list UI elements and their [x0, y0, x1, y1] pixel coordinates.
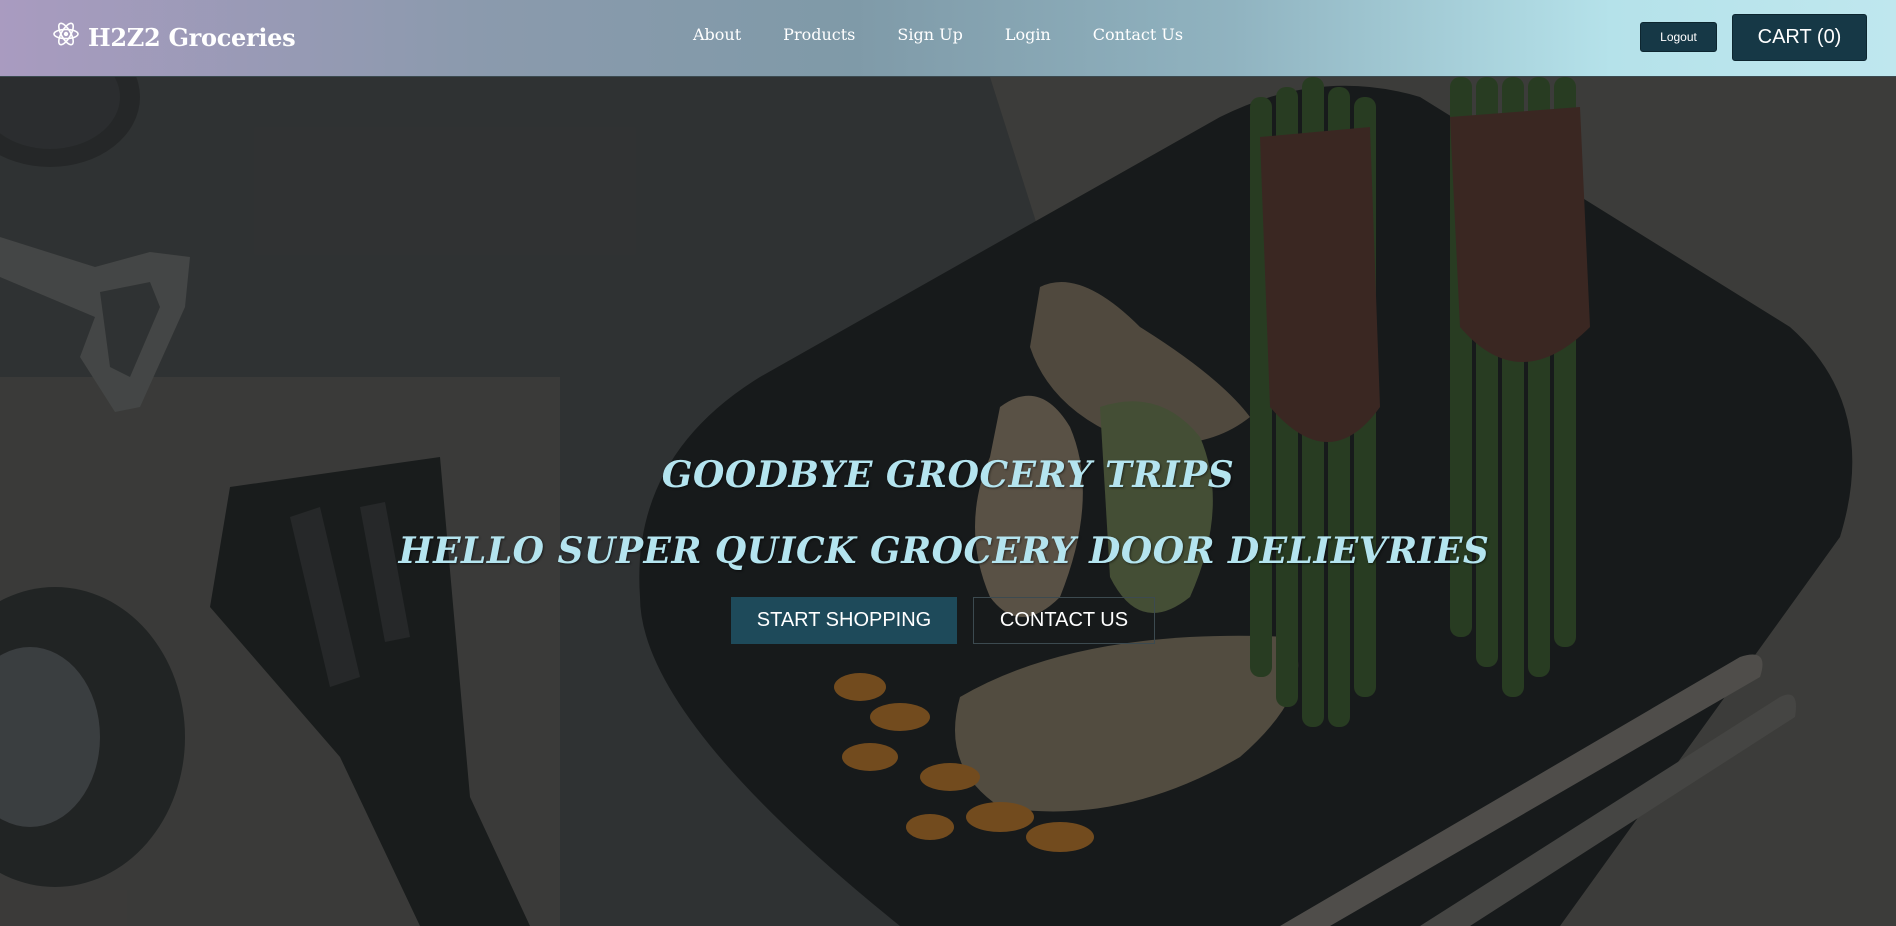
cart-button[interactable]: CART (0) — [1732, 14, 1867, 61]
main-nav: About Products Sign Up Login Contact Us — [672, 25, 1204, 44]
contact-us-button[interactable]: CONTACT US — [973, 597, 1155, 644]
hero-button-group: START SHOPPING CONTACT US — [0, 597, 1891, 644]
nav-link-about[interactable]: About — [672, 25, 762, 44]
top-navbar: H2Z2 Groceries About Products Sign Up Lo… — [0, 0, 1896, 77]
hero-headline-primary: GOODBYE GROCERY TRIPS — [661, 454, 1235, 496]
start-shopping-button[interactable]: START SHOPPING — [731, 597, 957, 644]
brand-logo[interactable]: H2Z2 Groceries — [52, 20, 296, 54]
atom-icon — [52, 20, 80, 54]
hero-section: GOODBYE GROCERY TRIPS HELLO SUPER QUICK … — [0, 77, 1896, 926]
nav-link-login[interactable]: Login — [984, 25, 1072, 44]
nav-link-products[interactable]: Products — [762, 25, 876, 44]
brand-name: H2Z2 Groceries — [88, 22, 296, 52]
nav-link-sign-up[interactable]: Sign Up — [876, 25, 983, 44]
logout-button[interactable]: Logout — [1640, 22, 1717, 52]
hero-content: GOODBYE GROCERY TRIPS HELLO SUPER QUICK … — [0, 77, 1896, 926]
hero-headline-secondary: HELLO SUPER QUICK GROCERY DOOR DELIEVRIE… — [398, 530, 1490, 572]
nav-link-contact-us[interactable]: Contact Us — [1072, 25, 1204, 44]
